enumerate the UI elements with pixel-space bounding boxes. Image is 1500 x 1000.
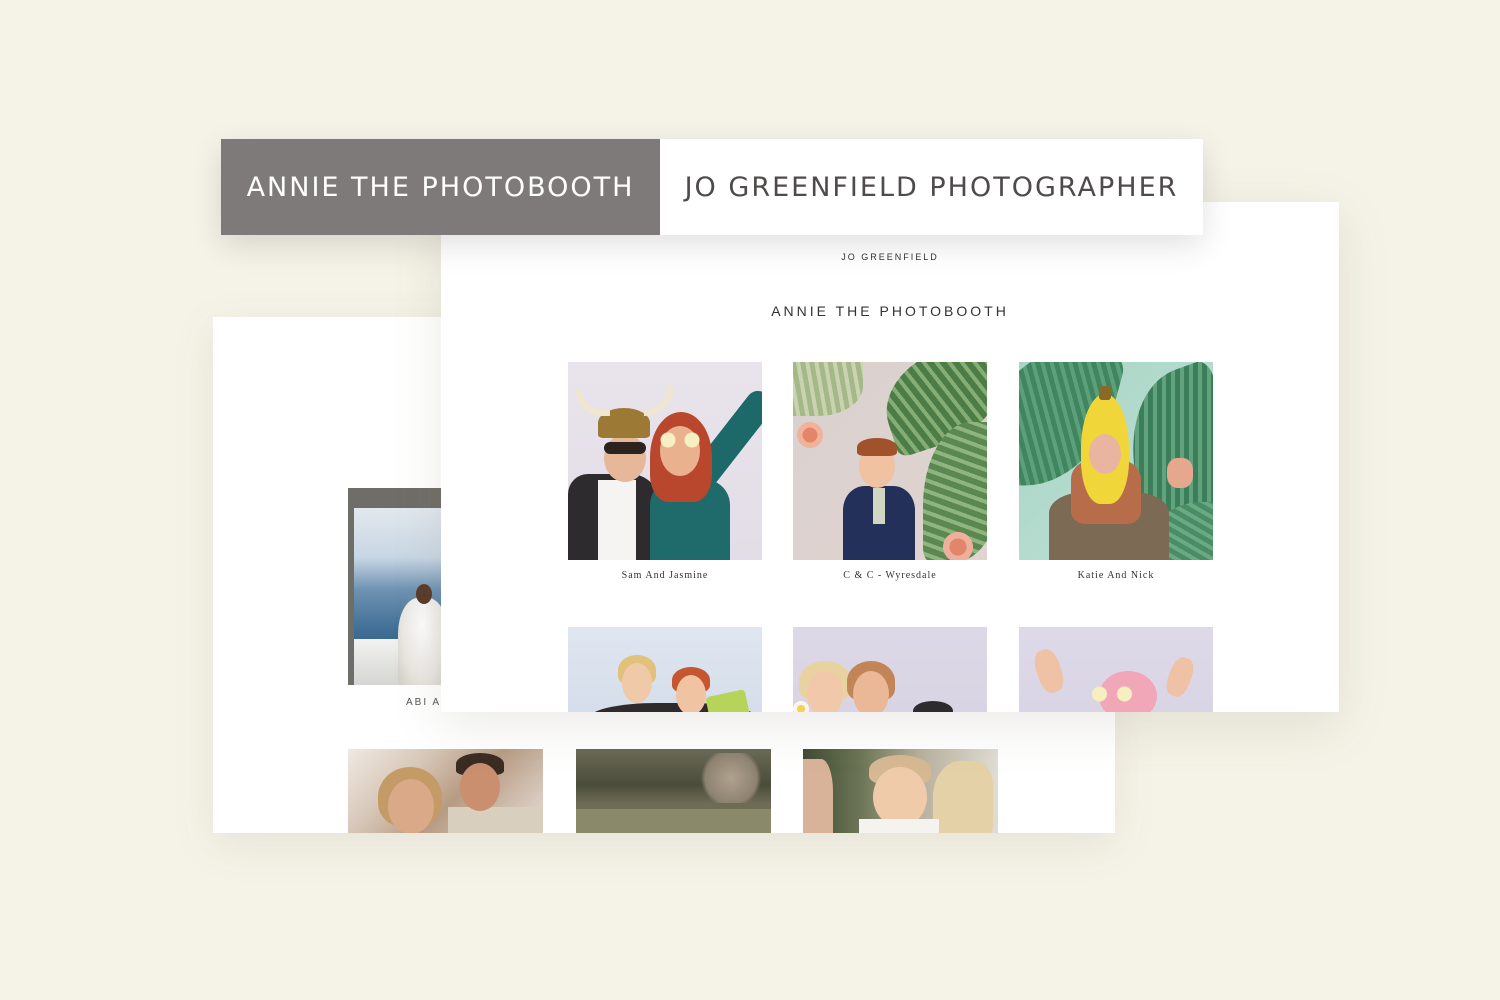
- gallery-thumb-c-and-c-wyresdale[interactable]: [793, 362, 987, 560]
- site-brand[interactable]: JO GREENFIELD: [441, 252, 1339, 262]
- gallery-thumb-katie-and-nick[interactable]: [1019, 362, 1213, 560]
- gallery-thumb[interactable]: [793, 627, 987, 712]
- photobooth-site-card: JO GREENFIELD ANNIE THE PHOTOBOOTH Sam A…: [441, 202, 1339, 712]
- gallery-caption[interactable]: C & C - Wyresdale: [793, 570, 987, 581]
- page-title: ANNIE THE PHOTOBOOTH: [771, 303, 1009, 319]
- stage: ABI AN JO GREENFIELD ANNIE THE PHOTOBOOT…: [0, 0, 1500, 1000]
- tab-annie-the-photobooth[interactable]: ANNIE THE PHOTOBOOTH: [221, 139, 660, 235]
- tab-jo-greenfield-photographer[interactable]: JO GREENFIELD PHOTOGRAPHER: [660, 139, 1203, 235]
- site-switcher-tabs: ANNIE THE PHOTOBOOTH JO GREENFIELD PHOTO…: [221, 139, 1203, 235]
- gallery-photo-couple[interactable]: [348, 749, 543, 833]
- gallery-caption[interactable]: Sam And Jasmine: [568, 570, 762, 581]
- gallery-caption[interactable]: Katie And Nick: [1019, 570, 1213, 581]
- gallery-photo-landscape[interactable]: [576, 749, 771, 833]
- gallery-thumb[interactable]: [1019, 627, 1213, 712]
- gallery-thumb-sam-and-jasmine[interactable]: [568, 362, 762, 560]
- gallery-thumb[interactable]: [568, 627, 762, 712]
- gallery-photo-family[interactable]: [803, 749, 998, 833]
